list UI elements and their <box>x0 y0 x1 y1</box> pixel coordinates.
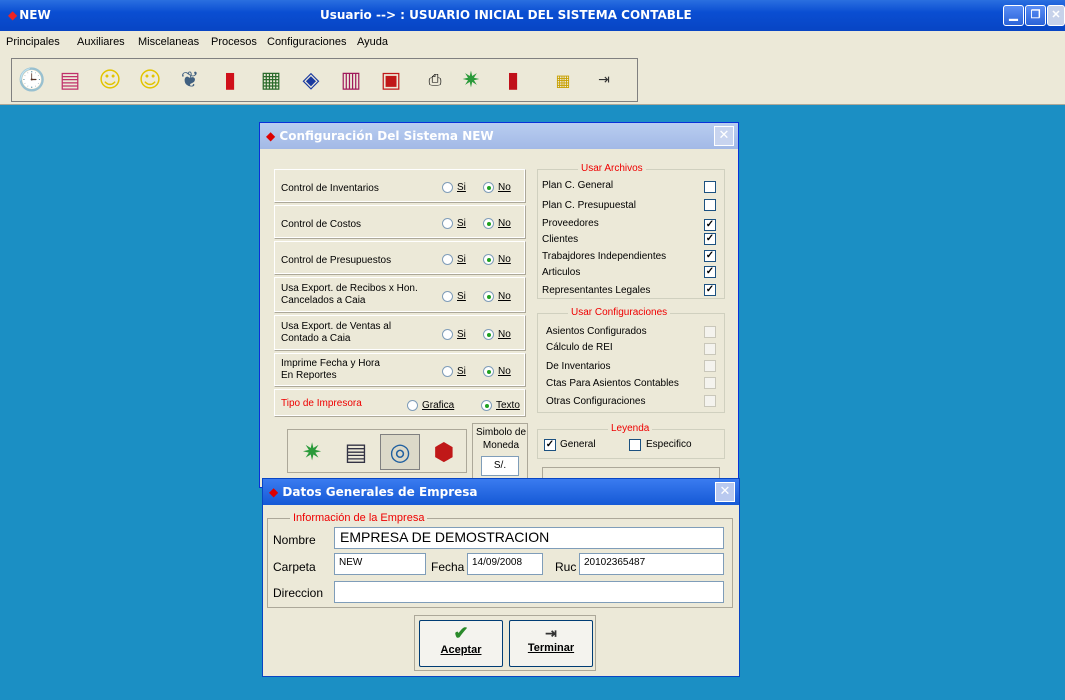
leyenda-group: Leyenda ✓ General Especifico <box>537 423 725 459</box>
clientes-checkbox[interactable]: ✓ <box>704 233 716 245</box>
menu-procesos[interactable]: Procesos <box>211 36 257 48</box>
si-radio[interactable]: Si <box>442 218 466 229</box>
exit-door-icon[interactable]: ⇥ <box>588 64 620 96</box>
menu-ayuda[interactable]: Ayuda <box>357 36 388 48</box>
si-radio[interactable]: Si <box>442 291 466 302</box>
no-radio[interactable]: No <box>483 218 511 229</box>
trabajadores-checkbox[interactable]: ✓ <box>704 250 716 262</box>
printer-icon[interactable]: ⎙ <box>419 64 451 96</box>
computer-icon[interactable]: ▤ <box>336 434 376 470</box>
clock-icon[interactable]: 🕒 <box>16 64 48 96</box>
smiley-icon[interactable]: ☺ <box>94 64 126 96</box>
config-row: Imprime Fecha y Hora En Reportes Si No <box>274 353 526 387</box>
especifico-checkbox[interactable] <box>629 439 641 451</box>
plan-general-checkbox[interactable] <box>704 181 716 193</box>
inventarios-checkbox[interactable] <box>704 360 716 372</box>
toolbar-group: 🕒 ▤ ☺ ☺ ❦ ▮ ▦ ◈ ▥ ▣ ⎙ ✷ ▮ ▦ ⇥ <box>11 58 638 102</box>
user-label: Usuario --> : USUARIO INICIAL DEL SISTEM… <box>320 8 692 22</box>
no-radio[interactable]: No <box>483 329 511 340</box>
si-radio[interactable]: Si <box>442 182 466 193</box>
printer-row: Tipo de Impresora Grafica Texto <box>274 389 526 417</box>
currency-box: Simbolo de Moneda S/. <box>472 423 528 479</box>
exit-door-icon: ⇥ <box>545 625 557 641</box>
carpeta-field[interactable]: NEW <box>334 553 426 575</box>
menu-bar: Principales Auxiliares Miscelaneas Proce… <box>0 31 1065 53</box>
texto-radio[interactable]: Texto <box>481 400 520 411</box>
config-row: Control de Inventarios Si No <box>274 169 526 203</box>
config-row: Usa Export. de Recibos x Hon. Cancelados… <box>274 277 526 313</box>
direccion-field[interactable] <box>334 581 724 603</box>
ruc-field[interactable]: 20102365487 <box>579 553 724 575</box>
menu-miscelaneas[interactable]: Miscelaneas <box>138 36 199 48</box>
blue-book-icon[interactable]: ◈ <box>295 64 327 96</box>
ctas-checkbox[interactable] <box>704 377 716 389</box>
money-icon[interactable]: ✷ <box>455 64 487 96</box>
toolbar: 🕒 ▤ ☺ ☺ ❦ ▮ ▦ ◈ ▥ ▣ ⎙ ✷ ▮ ▦ ⇥ <box>0 53 1065 105</box>
books-icon[interactable]: ▤ <box>54 64 86 96</box>
money-icon[interactable]: ✷ <box>292 434 332 470</box>
nombre-field[interactable]: EMPRESA DE DEMOSTRACION <box>334 527 724 549</box>
si-radio[interactable]: Si <box>442 329 466 340</box>
config-dialog: ◆ Configuración Del Sistema NEW ✕ Control… <box>259 122 739 488</box>
app-logo-icon: ◆ <box>8 8 18 22</box>
menu-auxiliares[interactable]: Auxiliares <box>77 36 125 48</box>
aceptar-button[interactable]: ✔ Aceptar <box>419 620 503 667</box>
folders-icon[interactable]: ▣ <box>375 64 407 96</box>
restore-button[interactable]: ❐ <box>1025 5 1046 26</box>
open-book-icon[interactable]: ❦ <box>174 64 206 96</box>
action-buttons: ✔ Aceptar ⇥ Terminar <box>414 615 596 671</box>
empresa-dialog: ◆ Datos Generales de Empresa ✕ Informació… <box>262 478 740 677</box>
document-icon[interactable]: ▦ <box>255 64 287 96</box>
app-title: ◆ NEW <box>8 8 51 22</box>
rei-checkbox[interactable] <box>704 343 716 355</box>
library-icon[interactable]: ▥ <box>335 64 367 96</box>
plan-presupuestal-checkbox[interactable] <box>704 199 716 211</box>
red-book-icon[interactable]: ▮ <box>214 64 246 96</box>
general-checkbox[interactable]: ✓ <box>544 439 556 451</box>
tools-icon[interactable]: ⬢ <box>424 434 464 470</box>
proveedores-checkbox[interactable]: ✓ <box>704 219 716 231</box>
otras-checkbox[interactable] <box>704 395 716 407</box>
red-binder-icon[interactable]: ▮ <box>497 64 529 96</box>
config-close-button[interactable]: ✕ <box>714 126 734 146</box>
dialog-logo-icon: ◆ <box>266 129 276 143</box>
si-radio[interactable]: Si <box>442 366 466 377</box>
info-empresa-group: Información de la Empresa Nombre EMPRESA… <box>267 512 733 608</box>
menu-configuraciones[interactable]: Configuraciones <box>267 36 347 48</box>
dialog-logo-icon: ◆ <box>269 485 279 499</box>
articulos-checkbox[interactable]: ✓ <box>704 266 716 278</box>
config-row: Usa Export. de Ventas al Contado a Caia … <box>274 315 526 351</box>
checkmark-icon: ✔ <box>453 623 469 643</box>
main-title-bar: ◆ NEW Usuario --> : USUARIO INICIAL DEL S… <box>0 0 1065 31</box>
no-radio[interactable]: No <box>483 182 511 193</box>
empresa-close-button[interactable]: ✕ <box>715 482 735 502</box>
config-row: Control de Presupuestos Si No <box>274 241 526 275</box>
fecha-field[interactable]: 14/09/2008 <box>467 553 543 575</box>
menu-principales[interactable]: Principales <box>6 36 60 48</box>
close-button[interactable]: ✕ <box>1047 5 1065 26</box>
usar-archivos-group: Usar Archivos Plan C. General Plan C. Pr… <box>537 163 725 299</box>
empresa-dialog-title: ◆ Datos Generales de Empresa ✕ <box>263 479 739 505</box>
grafica-radio[interactable]: Grafica <box>407 400 454 411</box>
minimize-button[interactable]: ▁ <box>1003 5 1024 26</box>
calculator-icon[interactable]: ▦ <box>547 64 579 96</box>
smiley-icon[interactable]: ☺ <box>134 64 166 96</box>
terminar-button[interactable]: ⇥ Terminar <box>509 620 593 667</box>
config-row: Control de Costos Si No <box>274 205 526 239</box>
no-radio[interactable]: No <box>483 254 511 265</box>
no-radio[interactable]: No <box>483 366 511 377</box>
no-radio[interactable]: No <box>483 291 511 302</box>
config-dialog-title: ◆ Configuración Del Sistema NEW ✕ <box>260 123 738 149</box>
asientos-checkbox[interactable] <box>704 326 716 338</box>
icon-button-group: ✷ ▤ ◎ ⬢ <box>287 429 467 473</box>
si-radio[interactable]: Si <box>442 254 466 265</box>
usar-configuraciones-group: Usar Configuraciones Asientos Configurad… <box>537 307 725 413</box>
currency-symbol-field[interactable]: S/. <box>481 456 519 476</box>
report-icon[interactable]: ◎ <box>380 434 420 470</box>
representantes-checkbox[interactable]: ✓ <box>704 284 716 296</box>
